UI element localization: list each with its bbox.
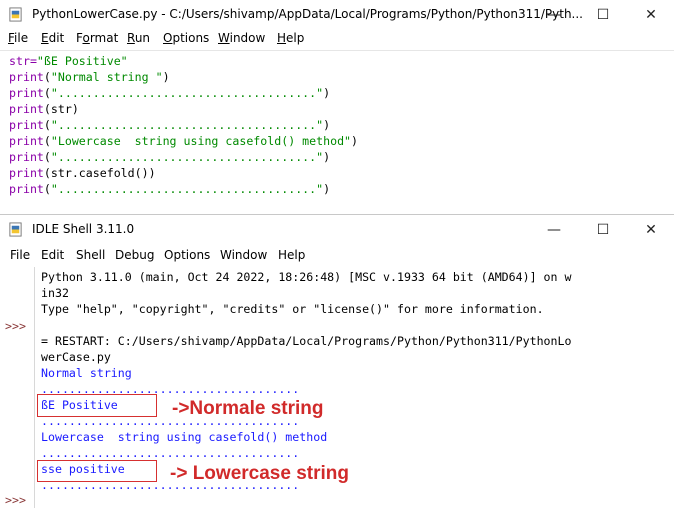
shell-line: Python 3.11.0 (main, Oct 24 2022, 18:26:… [41, 270, 572, 284]
code-plain: ) [323, 118, 331, 132]
shell-prompt: >>> [5, 493, 26, 507]
code-string: "....................................." [50, 182, 324, 196]
code-plain: (str) [43, 102, 79, 116]
highlight-box-normal [37, 394, 157, 417]
code-plain: ) [351, 134, 359, 148]
code-keyword: print [9, 166, 44, 180]
code-keyword: print [9, 150, 44, 164]
close-icon: ✕ [645, 6, 657, 23]
shell-minimize-button[interactable]: — [531, 215, 577, 244]
code-string: "ßE Positive" [36, 54, 128, 68]
code-plain: ) [323, 150, 331, 164]
editor-menubar: File Edit Format Run Options Window Help [0, 29, 674, 49]
minimize-icon: — [547, 221, 561, 238]
code-plain: ( [43, 70, 51, 84]
code-plain: ( [43, 150, 51, 164]
editor-text-area[interactable]: str="ßE Positive" print("Normal string ")… [0, 50, 674, 214]
menu-help[interactable]: Help [277, 31, 304, 45]
close-icon: ✕ [645, 221, 657, 238]
shell-menu-debug[interactable]: Debug [115, 248, 154, 262]
menu-window[interactable]: Window [218, 31, 265, 45]
shell-line: ..................................... [41, 446, 300, 460]
shell-menu-edit[interactable]: Edit [41, 248, 64, 262]
shell-menu-file[interactable]: File [10, 248, 30, 262]
code-string: "Normal string " [50, 70, 163, 84]
annotation-normal: ->Normale string [172, 398, 324, 419]
minimize-icon: — [547, 6, 561, 23]
highlight-box-lowercase [37, 460, 157, 482]
shell-close-button[interactable]: ✕ [628, 215, 674, 244]
editor-titlebar[interactable]: PythonLowerCase.py - C:/Users/shivamp/Ap… [0, 0, 674, 29]
code-plain: ( [43, 134, 51, 148]
code-line: print(".................................… [9, 149, 330, 165]
editor-window: PythonLowerCase.py - C:/Users/shivamp/Ap… [0, 0, 674, 214]
shell-menu-options[interactable]: Options [164, 248, 210, 262]
code-line: print(str) [9, 101, 79, 117]
code-line: print("Lowercase string using casefold()… [9, 133, 358, 149]
code-line: print(".................................… [9, 181, 330, 197]
maximize-icon: ☐ [596, 221, 610, 238]
code-plain: ( [43, 118, 51, 132]
code-line: print(".................................… [9, 117, 330, 133]
code-plain: ) [323, 86, 331, 100]
menu-options[interactable]: Options [163, 31, 209, 45]
maximize-icon: ☐ [596, 6, 610, 23]
code-plain: ) [323, 182, 331, 196]
shell-title: IDLE Shell 3.11.0 [32, 222, 135, 236]
shell-maximize-button[interactable]: ☐ [580, 215, 626, 244]
code-line: str="ßE Positive" [9, 53, 128, 69]
menu-run[interactable]: Run [127, 31, 150, 45]
menu-format[interactable]: Format [76, 31, 118, 45]
code-keyword: print [9, 102, 44, 116]
shell-line: = RESTART: C:/Users/shivamp/AppData/Loca… [41, 334, 572, 348]
editor-title: PythonLowerCase.py - C:/Users/shivamp/Ap… [32, 7, 583, 21]
maximize-button[interactable]: ☐ [580, 0, 626, 29]
code-plain: (str.casefold()) [43, 166, 156, 180]
code-line: print("Normal string ") [9, 69, 170, 85]
close-button[interactable]: ✕ [628, 0, 674, 29]
idle-shell-icon [9, 222, 22, 237]
shell-titlebar[interactable]: IDLE Shell 3.11.0 — ☐ ✕ [0, 215, 674, 244]
code-line: print(str.casefold()) [9, 165, 156, 181]
code-keyword: str= [9, 54, 37, 68]
shell-menubar: File Edit Shell Debug Options Window Hel… [0, 245, 674, 267]
shell-menu-window[interactable]: Window [220, 248, 267, 262]
shell-menu-shell[interactable]: Shell [76, 248, 105, 262]
shell-line: Normal string [41, 366, 132, 380]
code-keyword: print [9, 86, 44, 100]
code-plain: ( [43, 182, 51, 196]
python-file-icon [9, 7, 22, 22]
menu-file[interactable]: File [8, 31, 28, 45]
shell-prompt: >>> [5, 319, 26, 333]
code-string: "....................................." [50, 118, 324, 132]
shell-line: werCase.py [41, 350, 111, 364]
code-keyword: print [9, 182, 44, 196]
shell-line: in32 [41, 286, 69, 300]
code-string: "....................................." [50, 86, 324, 100]
annotation-lowercase: -> Lowercase string [170, 463, 349, 484]
shell-window: IDLE Shell 3.11.0 — ☐ ✕ File Edit Shell … [0, 214, 674, 508]
code-keyword: print [9, 70, 44, 84]
code-string: "....................................." [50, 150, 324, 164]
code-keyword: print [9, 134, 44, 148]
code-line: print(".................................… [9, 85, 330, 101]
shell-line: Lowercase string using casefold() method [41, 430, 328, 444]
code-keyword: print [9, 118, 44, 132]
shell-prompt-gutter: >>> >>> [0, 267, 35, 508]
minimize-button[interactable]: — [531, 0, 577, 29]
code-string: "Lowercase string using casefold() metho… [50, 134, 352, 148]
menu-edit[interactable]: Edit [41, 31, 64, 45]
code-plain: ) [162, 70, 170, 84]
shell-menu-help[interactable]: Help [278, 248, 305, 262]
shell-line: Type "help", "copyright", "credits" or "… [41, 302, 544, 316]
code-plain: ( [43, 86, 51, 100]
